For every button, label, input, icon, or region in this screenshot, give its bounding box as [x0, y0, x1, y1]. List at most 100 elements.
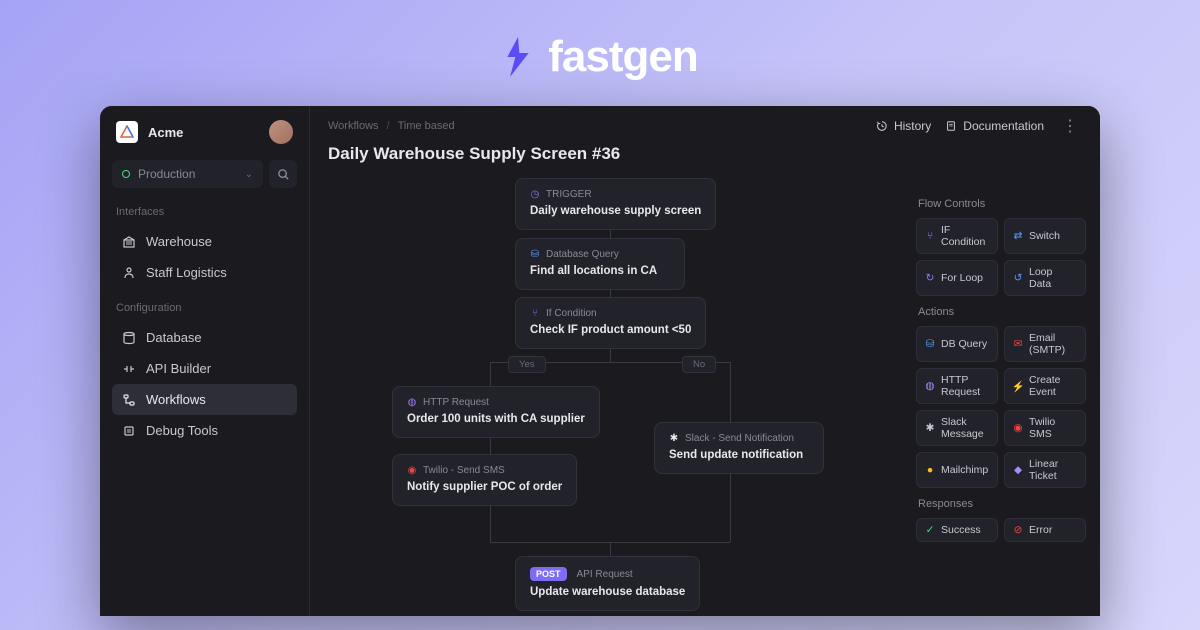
- connector: [730, 362, 731, 422]
- staff-icon: [122, 266, 136, 280]
- database-icon: [122, 331, 136, 345]
- panel-label: Responses: [918, 498, 1086, 510]
- node-twilio[interactable]: ◉Twilio - Send SMS Notify supplier POC o…: [392, 454, 577, 506]
- sidebar-item-label: Warehouse: [146, 234, 212, 249]
- chip-slack[interactable]: ✱Slack Message: [916, 410, 998, 446]
- node-http[interactable]: ◍HTTP Request Order 100 units with CA su…: [392, 386, 600, 438]
- panel-label: Flow Controls: [918, 198, 1086, 210]
- slack-icon: ✱: [669, 434, 679, 444]
- chip-twilio[interactable]: ◉Twilio SMS: [1004, 410, 1086, 446]
- edge-label-no: No: [682, 356, 716, 373]
- node-api[interactable]: POSTAPI Request Update warehouse databas…: [515, 556, 700, 611]
- chip-forloop[interactable]: ↻For Loop: [916, 260, 998, 296]
- topbar: Workflows / Time based History Documenta…: [310, 106, 1100, 140]
- chip-loopdata[interactable]: ↺Loop Data: [1004, 260, 1086, 296]
- method-badge: POST: [530, 567, 567, 581]
- org-name: Acme: [148, 125, 259, 140]
- breadcrumb-item[interactable]: Time based: [398, 120, 455, 132]
- user-avatar[interactable]: [269, 120, 293, 144]
- connector: [610, 542, 611, 556]
- loop-data-icon: ↺: [1013, 273, 1023, 283]
- node-ifcond[interactable]: ⑂If Condition Check IF product amount <5…: [515, 297, 706, 349]
- database-icon: ⛁: [530, 250, 540, 260]
- mail-icon: ✉: [1013, 339, 1023, 349]
- sidebar-header: Acme: [112, 120, 297, 144]
- connector: [490, 362, 491, 386]
- node-dbquery[interactable]: ⛁Database Query Find all locations in CA: [515, 238, 685, 290]
- connector: [490, 502, 491, 542]
- env-status-icon: [122, 170, 130, 178]
- api-icon: [122, 362, 136, 376]
- linear-icon: ◆: [1013, 465, 1023, 475]
- debug-icon: [122, 424, 136, 438]
- sidebar-item-api[interactable]: API Builder: [112, 353, 297, 384]
- branch-icon: ⑂: [530, 309, 540, 319]
- env-row: Production ⌄: [112, 160, 297, 188]
- chip-http[interactable]: ◍HTTP Request: [916, 368, 998, 404]
- chip-error[interactable]: ⊘Error: [1004, 518, 1086, 542]
- database-icon: ⛁: [925, 339, 935, 349]
- loop-icon: ↻: [925, 273, 935, 283]
- brand-logo: [502, 37, 534, 77]
- page-title: Daily Warehouse Supply Screen #36: [310, 140, 1100, 178]
- twilio-icon: ◉: [407, 466, 417, 476]
- org-avatar[interactable]: [116, 121, 138, 143]
- error-icon: ⊘: [1013, 525, 1023, 535]
- sidebar-item-label: Database: [146, 330, 202, 345]
- breadcrumb: Workflows / Time based: [328, 120, 862, 132]
- more-button[interactable]: ⋮: [1058, 116, 1082, 136]
- node-slack[interactable]: ✱Slack - Send Notification Send update n…: [654, 422, 824, 474]
- workflows-icon: [122, 393, 136, 407]
- doc-icon: [945, 120, 957, 132]
- twilio-icon: ◉: [1013, 423, 1023, 433]
- warehouse-icon: [122, 235, 136, 249]
- sidebar: Acme Production ⌄ Interfaces Warehouse S…: [100, 106, 310, 616]
- panel-label: Actions: [918, 306, 1086, 318]
- chip-linear[interactable]: ◆Linear Ticket: [1004, 452, 1086, 488]
- history-button[interactable]: History: [876, 119, 931, 133]
- app-window: Acme Production ⌄ Interfaces Warehouse S…: [100, 106, 1100, 616]
- search-button[interactable]: [269, 160, 297, 188]
- docs-button[interactable]: Documentation: [945, 119, 1044, 133]
- env-select[interactable]: Production ⌄: [112, 160, 263, 188]
- breadcrumb-item[interactable]: Workflows: [328, 120, 379, 132]
- slack-icon: ✱: [925, 423, 935, 433]
- section-label-config: Configuration: [116, 302, 297, 314]
- brand-name: fastgen: [548, 32, 697, 82]
- search-icon: [277, 168, 290, 181]
- chip-ifcond[interactable]: ⑂IF Condition: [916, 218, 998, 254]
- chip-mailchimp[interactable]: ●Mailchimp: [916, 452, 998, 488]
- sidebar-item-database[interactable]: Database: [112, 322, 297, 353]
- chip-success[interactable]: ✓Success: [916, 518, 998, 542]
- chip-switch[interactable]: ⇄Switch: [1004, 218, 1086, 254]
- chip-event[interactable]: ⚡Create Event: [1004, 368, 1086, 404]
- section-label-interfaces: Interfaces: [116, 206, 297, 218]
- clock-icon: ◷: [530, 190, 540, 200]
- connector: [730, 470, 731, 542]
- globe-icon: ◍: [407, 398, 417, 408]
- switch-icon: ⇄: [1013, 231, 1023, 241]
- brand-header: fastgen: [0, 0, 1200, 106]
- sidebar-item-label: Workflows: [146, 392, 206, 407]
- sidebar-item-debug[interactable]: Debug Tools: [112, 415, 297, 446]
- canvas[interactable]: ◷TRIGGER Daily warehouse supply screen ⛁…: [310, 178, 910, 616]
- node-trigger[interactable]: ◷TRIGGER Daily warehouse supply screen: [515, 178, 716, 230]
- main: Workflows / Time based History Documenta…: [310, 106, 1100, 616]
- chip-email[interactable]: ✉Email (SMTP): [1004, 326, 1086, 362]
- sidebar-item-label: Debug Tools: [146, 423, 218, 438]
- mailchimp-icon: ●: [925, 465, 935, 475]
- chip-dbquery[interactable]: ⛁DB Query: [916, 326, 998, 362]
- edge-label-yes: Yes: [508, 356, 546, 373]
- bolt-icon: ⚡: [1013, 381, 1023, 391]
- sidebar-item-workflows[interactable]: Workflows: [112, 384, 297, 415]
- globe-icon: ◍: [925, 381, 935, 391]
- chevron-down-icon: ⌄: [245, 169, 253, 180]
- sidebar-item-warehouse[interactable]: Warehouse: [112, 226, 297, 257]
- history-icon: [876, 120, 888, 132]
- branch-icon: ⑂: [925, 231, 935, 241]
- right-panel: Flow Controls ⑂IF Condition ⇄Switch ↻For…: [910, 178, 1100, 616]
- sidebar-item-label: Staff Logistics: [146, 265, 227, 280]
- breadcrumb-sep: /: [387, 120, 390, 132]
- sidebar-item-staff[interactable]: Staff Logistics: [112, 257, 297, 288]
- sidebar-item-label: API Builder: [146, 361, 211, 376]
